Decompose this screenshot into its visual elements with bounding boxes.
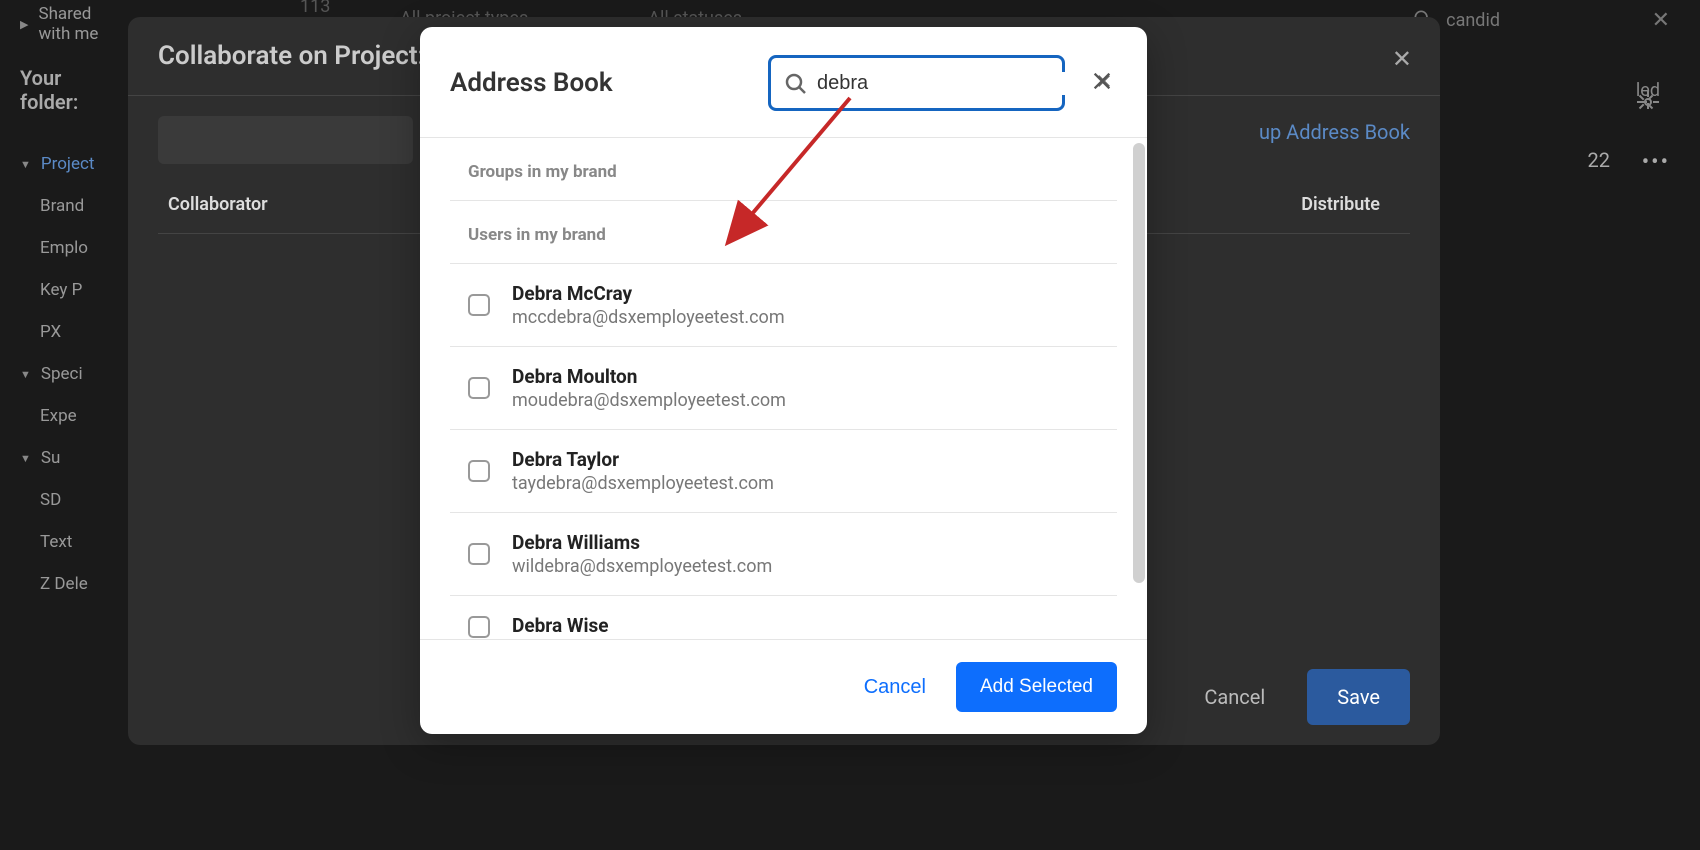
user-name: Debra Taylor xyxy=(512,448,774,471)
more-icon: ••• xyxy=(1642,150,1670,175)
user-row[interactable]: Debra Taylor taydebra@dsxemployeetest.co… xyxy=(450,430,1117,513)
sidebar-projects: Project xyxy=(41,154,95,174)
search-icon xyxy=(783,71,807,95)
sidebar-sup: Su xyxy=(41,448,60,468)
sidebar-item: SD xyxy=(40,490,61,510)
checkbox[interactable] xyxy=(468,460,490,482)
col-distribute: Distribute xyxy=(1301,194,1400,215)
collab-search-input[interactable] xyxy=(158,116,413,164)
background-sidebar: ▶ Shared with me Your folder: ▼ Project … xyxy=(0,0,130,850)
sidebar-item: Text xyxy=(40,532,72,552)
col-collaborator: Collaborator xyxy=(168,194,268,215)
user-name: Debra Wise xyxy=(512,614,609,637)
sidebar-item: Brand xyxy=(40,196,84,216)
chevron-down-icon: ▼ xyxy=(20,368,31,381)
address-book-link[interactable]: up Address Book xyxy=(1259,120,1410,144)
user-email: taydebra@dsxemployeetest.com xyxy=(512,473,774,494)
user-row[interactable]: Debra Williams wildebra@dsxemployeetest.… xyxy=(450,513,1117,596)
user-name: Debra McCray xyxy=(512,282,785,305)
chevron-down-icon: ▼ xyxy=(20,452,31,465)
user-row[interactable]: Debra Wise xyxy=(450,596,1117,639)
address-book-title: Address Book xyxy=(450,68,613,98)
sidebar-item: Expe xyxy=(40,406,77,426)
user-name: Debra Williams xyxy=(512,531,772,554)
sidebar-speci: Speci xyxy=(41,364,83,384)
cancel-button[interactable]: Cancel xyxy=(1182,671,1287,723)
sidebar-item: Key P xyxy=(40,280,82,300)
chevron-down-icon: ▼ xyxy=(20,158,31,171)
sidebar-item: PX xyxy=(40,322,61,342)
checkbox[interactable] xyxy=(468,543,490,565)
sidebar-item: Emplo xyxy=(40,238,88,258)
checkbox[interactable] xyxy=(468,616,490,638)
close-icon: ✕ xyxy=(1652,8,1670,33)
address-book-modal: Address Book Groups in my brand Users in… xyxy=(420,27,1147,734)
bg-search-value: candid xyxy=(1446,10,1500,31)
checkbox[interactable] xyxy=(468,377,490,399)
close-icon[interactable] xyxy=(1087,66,1117,100)
cancel-button[interactable]: Cancel xyxy=(864,676,926,699)
save-button[interactable]: Save xyxy=(1307,669,1410,725)
your-folders-heading: Your folder: xyxy=(20,66,110,114)
close-icon[interactable]: ✕ xyxy=(1392,45,1412,73)
user-name: Debra Moulton xyxy=(512,365,786,388)
shared-count: 113 xyxy=(300,0,330,17)
checkbox[interactable] xyxy=(468,294,490,316)
user-email: moudebra@dsxemployeetest.com xyxy=(512,390,786,411)
chevron-right-icon: ▶ xyxy=(20,18,28,31)
user-row[interactable]: Debra McCray mccdebra@dsxemployeetest.co… xyxy=(450,264,1117,347)
search-input[interactable] xyxy=(817,72,1082,95)
bg-count: 22 xyxy=(1588,148,1610,172)
scrollbar[interactable] xyxy=(1133,143,1145,583)
search-field[interactable] xyxy=(768,55,1065,111)
user-email: mccdebra@dsxemployeetest.com xyxy=(512,307,785,328)
shared-with-me-label: Shared with me xyxy=(38,4,110,44)
address-book-body: Groups in my brand Users in my brand Deb… xyxy=(420,138,1147,639)
gear-icon xyxy=(1636,90,1660,118)
section-groups: Groups in my brand xyxy=(450,138,1117,201)
user-row[interactable]: Debra Moulton moudebra@dsxemployeetest.c… xyxy=(450,347,1117,430)
add-selected-button[interactable]: Add Selected xyxy=(956,662,1117,712)
user-email: wildebra@dsxemployeetest.com xyxy=(512,556,772,577)
section-users: Users in my brand xyxy=(450,201,1117,264)
sidebar-item: Z Dele xyxy=(40,574,88,594)
